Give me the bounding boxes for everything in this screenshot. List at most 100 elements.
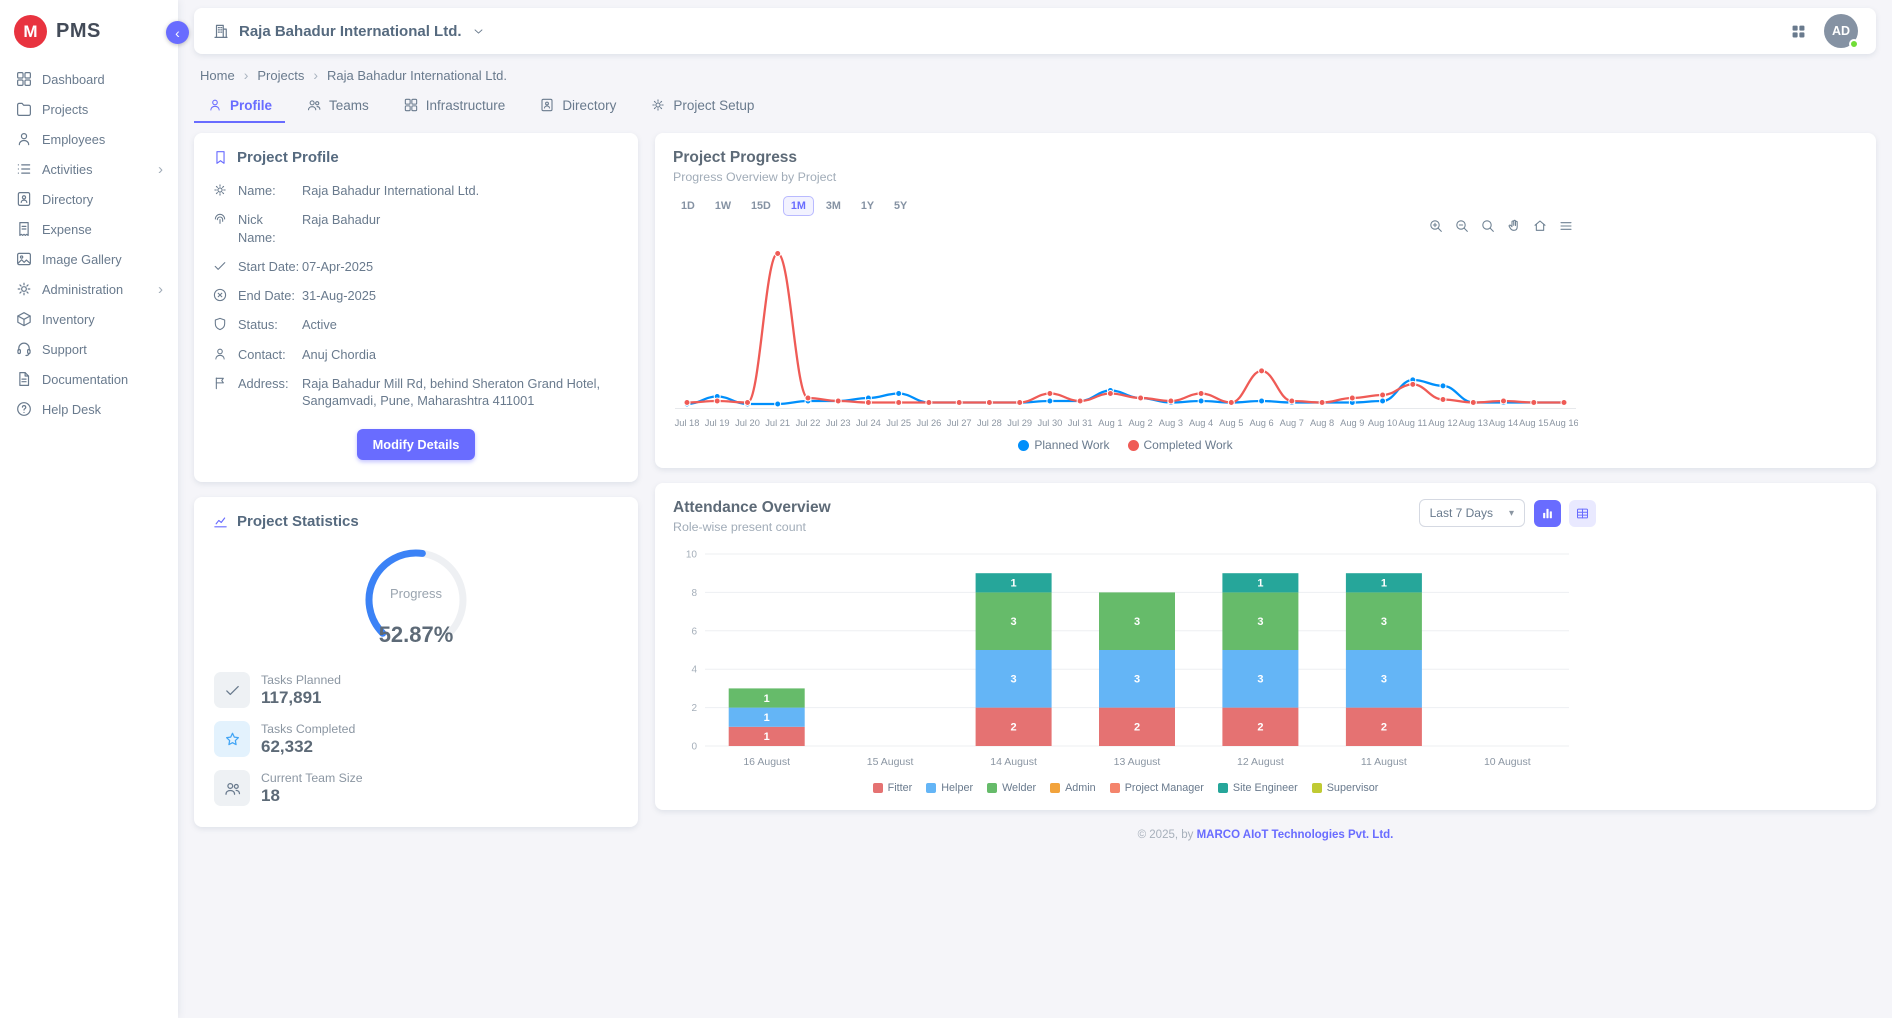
tab-directory[interactable]: Directory [526,87,629,123]
brand[interactable]: M PMS [0,0,178,62]
sidebar-item-expense[interactable]: Expense [0,214,178,244]
svg-text:Jul 27: Jul 27 [947,418,972,428]
sidebar-item-projects[interactable]: Projects [0,94,178,124]
home-icon[interactable] [1532,218,1548,234]
tab-infrastructure[interactable]: Infrastructure [390,87,519,123]
svg-text:4: 4 [691,665,697,676]
svg-text:2: 2 [1011,722,1017,734]
zoom-out-icon[interactable] [1454,218,1470,234]
svg-text:Jul 19: Jul 19 [705,418,730,428]
svg-text:Aug 12: Aug 12 [1428,418,1457,428]
range-selector: 1D1W15D1M3M1Y5Y [673,196,1578,216]
breadcrumb: Home›Projects›Raja Bahadur International… [194,54,1876,85]
svg-text:52.87%: 52.87% [379,622,454,647]
profile-field-end-date: End Date: 31-Aug-2025 [212,287,620,304]
sidebar-item-support[interactable]: Support [0,334,178,364]
modify-details-button[interactable]: Modify Details [357,429,476,460]
legend-item-planned-work[interactable]: Planned Work [1018,438,1109,452]
range-3m-button[interactable]: 3M [818,196,849,216]
sidebar-item-dashboard[interactable]: Dashboard [0,64,178,94]
field-label: Contact: [238,346,302,363]
range-1y-button[interactable]: 1Y [853,196,882,216]
sidebar-item-label: Help Desk [42,402,101,417]
brand-logo-icon: M [14,15,47,48]
view-toggle-table[interactable] [1569,500,1596,527]
svg-text:Progress: Progress [390,586,443,601]
stat-label: Tasks Planned [261,673,341,687]
main-area: Raja Bahadur International Ltd. AD Home›… [178,0,1892,1018]
sidebar-item-employees[interactable]: Employees [0,124,178,154]
sidebar-item-administration[interactable]: Administration › [0,274,178,304]
user-avatar[interactable]: AD [1824,14,1858,48]
profile-field-address: Address: Raja Bahadur Mill Rd, behind Sh… [212,375,620,410]
progress-gauge-chart[interactable]: Progress 52.87% [326,538,506,660]
svg-text:Jul 24: Jul 24 [856,418,881,428]
svg-text:1: 1 [764,712,770,724]
progress-line-chart[interactable]: Jul 18Jul 19Jul 20Jul 21Jul 22Jul 23Jul … [673,234,1578,434]
legend-item-site-engineer[interactable]: Site Engineer [1218,782,1298,794]
tab-project-setup[interactable]: Project Setup [637,87,767,123]
tab-teams[interactable]: Teams [293,87,382,123]
legend-item-welder[interactable]: Welder [987,782,1036,794]
sidebar-item-directory[interactable]: Directory [0,184,178,214]
svg-text:0: 0 [691,742,697,753]
breadcrumb-item-home[interactable]: Home [200,68,235,83]
apps-grid-icon[interactable] [1789,22,1808,41]
attendance-bar-chart[interactable]: 024681011116 August15 August233114 Augus… [673,546,1578,774]
menu-icon[interactable] [1558,218,1574,234]
zoom-in-icon[interactable] [1428,218,1444,234]
svg-text:Jul 29: Jul 29 [1007,418,1032,428]
attendance-range-select[interactable]: Last 7 Days ▾ [1419,499,1525,527]
profile-card-title: Project Profile [237,149,339,166]
svg-text:Jul 31: Jul 31 [1068,418,1093,428]
breadcrumb-item-projects[interactable]: Projects [257,68,304,83]
footer-link[interactable]: MARCO AIoT Technologies Pvt. Ltd. [1197,829,1394,841]
range-1d-button[interactable]: 1D [673,196,703,216]
sidebar-item-documentation[interactable]: Documentation [0,364,178,394]
topbar-right: AD [1789,14,1858,48]
range-1w-button[interactable]: 1W [707,196,739,216]
tab-profile[interactable]: Profile [194,87,285,123]
users-icon [306,97,322,113]
legend-dot [1018,440,1029,451]
sidebar-item-activities[interactable]: Activities › [0,154,178,184]
legend-item-project-manager[interactable]: Project Manager [1110,782,1204,794]
svg-text:11 August: 11 August [1361,756,1407,768]
svg-text:2: 2 [691,703,697,714]
sidebar-item-inventory[interactable]: Inventory [0,304,178,334]
range-1m-button[interactable]: 1M [783,196,814,216]
legend-item-helper[interactable]: Helper [926,782,973,794]
attendance-range-value: Last 7 Days [1430,506,1493,520]
footer-text: © 2025, by [1138,829,1197,841]
grid-icon [403,97,419,113]
view-toggle-bar-chart[interactable] [1534,500,1561,527]
legend-item-supervisor[interactable]: Supervisor [1312,782,1379,794]
company-selector[interactable]: Raja Bahadur International Ltd. [212,22,486,40]
selection-zoom-icon[interactable] [1480,218,1496,234]
pan-icon[interactable] [1506,218,1522,234]
sidebar-item-image-gallery[interactable]: Image Gallery [0,244,178,274]
svg-text:3: 3 [1134,674,1140,686]
svg-text:14 August: 14 August [990,756,1037,768]
svg-text:13 August: 13 August [1114,756,1161,768]
chevron-down-icon [471,24,486,39]
sidebar-collapse-button[interactable]: ‹ [166,21,189,44]
progress-card-subtitle: Progress Overview by Project [673,170,1858,184]
profile-field-contact: Contact: Anuj Chordia [212,346,620,363]
user-icon [207,97,223,113]
stat-current-team-size: Current Team Size18 [214,770,620,806]
sidebar-item-help-desk[interactable]: Help Desk [0,394,178,424]
sidebar-item-label: Dashboard [42,72,105,87]
svg-text:Aug 14: Aug 14 [1489,418,1518,428]
legend-item-admin[interactable]: Admin [1050,782,1096,794]
tab-label: Directory [562,98,616,113]
legend-item-fitter[interactable]: Fitter [873,782,913,794]
id-badge-icon [539,97,555,113]
stat-value: 62,332 [261,737,355,757]
range-5y-button[interactable]: 5Y [886,196,915,216]
breadcrumb-item-raja-bahadur-international-ltd[interactable]: Raja Bahadur International Ltd. [327,68,507,83]
field-value: Active [302,316,620,333]
legend-item-completed-work[interactable]: Completed Work [1128,438,1233,452]
help-desk-icon [15,400,33,418]
range-15d-button[interactable]: 15D [743,196,779,216]
